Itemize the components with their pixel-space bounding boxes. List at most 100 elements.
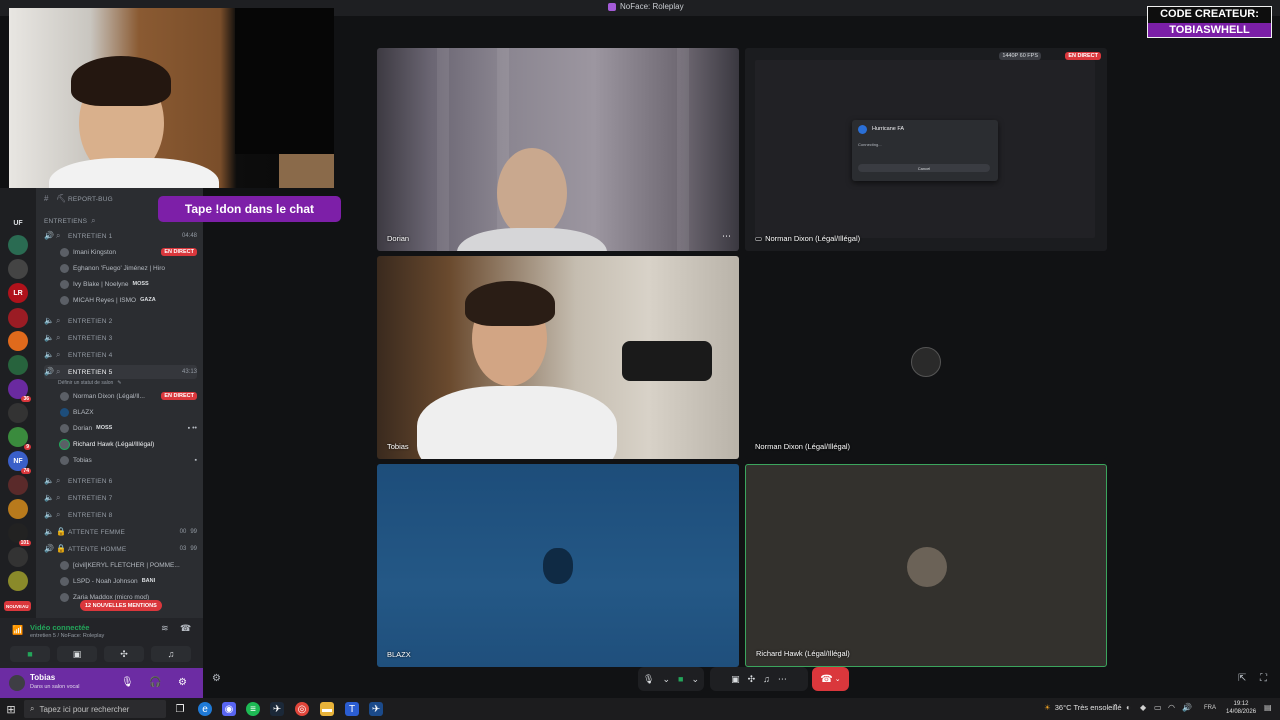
video-tile-norman[interactable]: Norman Dixon (Légal/Illégal) [745,256,1107,459]
voice-user[interactable]: Richard Hawk (Légal/Illégal) [60,437,197,451]
edge-icon[interactable]: e [198,702,212,716]
voice-user[interactable]: Ivy Blake | Noelyne MOSS [60,277,197,291]
tile-label: Richard Hawk (Légal/Illégal) [756,649,850,658]
voice-status: Vidéo connectée [30,623,90,632]
channel-list: # ⛏ REPORT-BUG ENTRETIENS ⌕ 🔊 ⌕ ENTRETIE… [36,188,203,618]
voice-channel-entretien-3[interactable]: 🔈 ⌕ ENTRETIEN 3 [44,331,197,345]
server-icon[interactable] [8,235,28,255]
microphone-prop [622,341,712,381]
server-icon[interactable] [8,355,28,375]
fullscreen-icon[interactable]: ⛶ [1260,673,1267,684]
voice-channel-entretien-4[interactable]: 🔈 ⌕ ENTRETIEN 4 [44,348,197,362]
server-nf[interactable]: NF 74 [8,451,31,474]
microphone-icon[interactable]: 🎙 [121,677,134,688]
chrome-icon[interactable]: ◎ [295,702,309,716]
soundboard-icon[interactable]: ♫ [763,674,770,684]
task-view-icon[interactable]: ❐ [173,702,187,716]
notifications-icon[interactable]: ▤ [1264,703,1272,712]
tray-icon[interactable]: ◆ [1140,703,1146,712]
voice-channel-entretien-1[interactable]: 🔊 ⌕ ENTRETIEN 1 04:48 [44,229,197,243]
participant-avatar [543,548,573,584]
tray-icon[interactable]: ◐ [1126,703,1131,712]
screen-share-button[interactable]: ▣ [57,646,97,662]
voice-channel-entretien-8[interactable]: 🔈 ⌕ ENTRETIEN 8 [44,508,197,522]
hang-up-icon: ☎ [820,673,833,685]
server-icon[interactable] [8,547,28,567]
voice-user[interactable]: [civil]KERYL FLETCHER | POMME... [60,558,197,572]
taskbar-search[interactable]: ⌕ Tapez ici pour rechercher [24,700,166,718]
server-rail: UF LR 36 9 NF 74 101 [0,188,36,618]
new-mentions-button[interactable]: 12 NOUVELLES MENTIONS [80,600,162,611]
more-options-icon[interactable]: ⋯ [722,231,731,242]
speaker-icon: 🔈 [44,493,54,502]
video-tile-richard-hawk[interactable]: Richard Hawk (Légal/Illégal) [745,464,1107,667]
settings-gear-icon[interactable]: ⚙ [178,677,187,688]
video-tile-tobias[interactable]: Tobias [377,256,739,459]
new-badge[interactable]: NOUVEAU [4,601,31,611]
screen-share-tile[interactable]: Hurricane FA Connecting... Cancel 1440P … [745,48,1107,251]
server-icon[interactable] [8,475,28,495]
server-icon[interactable]: 101 [8,523,31,546]
voice-channel-entretien-6[interactable]: 🔈 ⌕ ENTRETIEN 6 [44,474,197,488]
spotify-icon[interactable]: ≡ [246,702,260,716]
headphones-icon[interactable]: 🎧 [149,677,161,688]
voice-user[interactable]: BLAZX [60,405,197,419]
server-lr[interactable]: LR [8,283,28,303]
server-icon[interactable]: 9 [8,427,31,450]
voice-user[interactable]: Tobias ▪ [60,453,197,467]
voice-user[interactable]: Eghanon 'Fuego' Jiménez | Hiro [60,261,197,275]
video-tile-dorian[interactable]: Dorian ⋯ [377,48,739,251]
voice-channel-attente-homme[interactable]: 🔊 🔒 ATTENTE HOMME 03 99 [44,542,197,556]
server-icon[interactable] [8,403,28,423]
language-indicator[interactable]: FRA [1204,705,1216,711]
more-icon[interactable]: ⋯ [778,674,787,685]
server-icon[interactable] [8,571,28,591]
file-explorer-icon[interactable]: ▬ [320,702,334,716]
voice-channel-path[interactable]: entretien 5 / NoFace: Roleplay [30,633,104,639]
wifi-icon[interactable]: ◠ [1168,703,1175,712]
activities-icon[interactable]: ✣ [748,674,756,685]
disconnect-icon[interactable]: ☎ [180,623,191,634]
server-icon[interactable] [8,259,28,279]
server-icon[interactable] [8,499,28,519]
voice-user[interactable]: Imani Kingston EN DIRECT [60,245,197,259]
app-icon[interactable]: ✈ [369,702,383,716]
server-icon[interactable] [8,308,28,328]
steam-icon[interactable]: ✈ [270,702,284,716]
voice-channel-entretien-7[interactable]: 🔈 ⌕ ENTRETIEN 7 [44,491,197,505]
leave-call-button[interactable]: ☎ ⌄ [812,667,849,691]
soundboard-button[interactable]: ♫ [151,646,191,662]
screen-share-icon[interactable]: ▣ [731,674,740,685]
user-avatar[interactable] [9,675,25,691]
activities-button[interactable]: ✣ [104,646,144,662]
tile-label: BLAZX [387,650,411,659]
voice-user[interactable]: Dorian MOSS ▪ •• [60,421,197,435]
channel-status[interactable]: Définir un statut de salon ✎ [58,376,197,390]
signal-icon: 📶 [12,625,24,635]
user-name[interactable]: Tobias [30,673,55,682]
weather-widget[interactable]: ☀ 36°C Très ensoleillé [1044,703,1122,712]
voice-user[interactable]: Norman Dixon (Légal/Il... EN DIRECT [60,389,197,403]
user-settings-icon[interactable]: ⚙ [212,673,221,684]
server-uf[interactable]: UF [8,213,28,233]
volume-icon[interactable]: 🔊 [1182,703,1192,712]
voice-channel-entretien-2[interactable]: 🔈 ⌕ ENTRETIEN 2 [44,314,197,328]
noise-suppression-icon[interactable]: ≋ [161,623,169,634]
search-icon: ⌕ [56,510,61,519]
network-icon[interactable]: ▭ [1154,703,1162,712]
server-icon[interactable]: 36 [8,379,31,402]
popout-icon[interactable]: ⇱ [1238,673,1246,684]
mic-control[interactable]: 🎙 ⌄ ■ ⌄ [638,667,704,691]
voice-channel-attente-femme[interactable]: 🔈 🔒 ATTENTE FEMME 00 99 [44,525,197,539]
camera-button[interactable]: ■ [10,646,50,662]
video-tile-blazx[interactable]: BLAZX [377,464,739,667]
clock[interactable]: 19:12 14/08/2026 [1226,700,1256,716]
server-icon[interactable] [8,331,28,351]
hash-icon: # [44,194,49,203]
windows-start-icon[interactable]: ⊞ [4,702,18,716]
app-icon[interactable]: T [345,702,359,716]
chevron-up-icon[interactable]: ⌃ [1112,703,1119,712]
voice-user[interactable]: MICAH Reyes | ISMO GAZA [60,293,197,307]
voice-user[interactable]: LSPD - Noah Johnson BANI [60,574,197,588]
discord-icon[interactable]: ◉ [222,702,236,716]
